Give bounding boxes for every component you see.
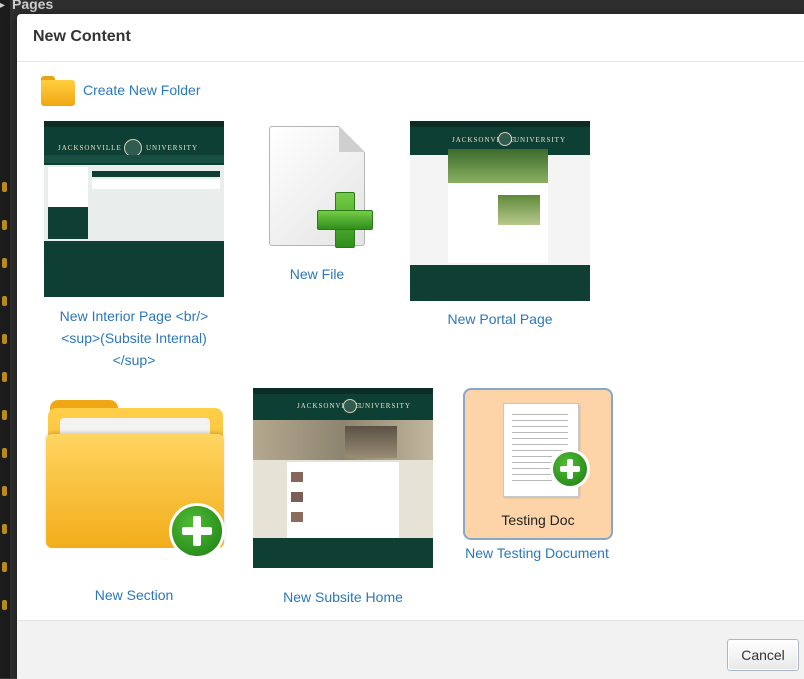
tile-new-interior-page[interactable]: JACKSONVILLE UNIVERSITY New Interior Pag…	[44, 121, 224, 368]
tile-new-section[interactable]: New Section	[44, 400, 224, 603]
background-page-title: Pages	[12, 0, 54, 12]
thumbnail-logo-right: UNIVERSITY	[514, 136, 566, 144]
new-content-dialog: New Content Create New Folder JACKSONVIL…	[17, 14, 804, 679]
add-circle-icon	[553, 452, 587, 486]
plus-icon	[317, 192, 373, 248]
background-marker	[2, 562, 7, 572]
background-left-strip	[0, 0, 10, 678]
add-circle-icon	[172, 506, 222, 556]
thumbnail-logo-right: UNIVERSITY	[146, 144, 198, 152]
background-marker	[2, 182, 7, 192]
interior-page-thumbnail: JACKSONVILLE UNIVERSITY	[44, 121, 224, 297]
tile-new-subsite-home[interactable]: JACKSONVILLE UNIVERSITY New Subsite Home	[253, 388, 433, 605]
background-marker	[2, 600, 7, 610]
background-marker	[2, 486, 7, 496]
portal-page-thumbnail: JACKSONVILLE UNIVERSITY	[410, 121, 590, 301]
seal-icon	[498, 132, 512, 146]
tile-new-portal-page[interactable]: JACKSONVILLE UNIVERSITY New Portal Page	[410, 121, 590, 337]
subsite-home-thumbnail: JACKSONVILLE UNIVERSITY	[253, 388, 433, 568]
background-marker	[2, 448, 7, 458]
background-marker	[2, 410, 7, 420]
tile-label-new-portal-page: New Portal Page	[447, 311, 553, 327]
background-marker	[2, 524, 7, 534]
background-marker	[2, 334, 7, 344]
testing-doc-caption: Testing Doc	[501, 512, 575, 528]
create-new-folder-label: Create New Folder	[83, 82, 201, 98]
new-file-icon	[269, 126, 379, 251]
tile-new-file[interactable]: New File	[257, 124, 377, 284]
thumbnail-logo-left: JACKSONVILLE	[58, 144, 122, 152]
tile-new-testing-document[interactable]: Testing Doc	[463, 388, 613, 540]
cancel-button[interactable]: Cancel	[727, 639, 799, 671]
tile-label-new-subsite-home: New Subsite Home	[283, 589, 403, 605]
create-new-folder-link[interactable]: Create New Folder	[41, 74, 201, 106]
background-marker	[2, 296, 7, 306]
tile-label-new-testing-document[interactable]: New Testing Document	[451, 542, 623, 564]
tile-label-line: New Interior Page <br/>	[59, 308, 209, 324]
dialog-title: New Content	[33, 28, 131, 45]
background-marker	[2, 220, 7, 230]
background-marker	[2, 372, 7, 382]
seal-icon	[343, 399, 357, 413]
dialog-header: New Content	[17, 14, 804, 62]
tile-label-line: </sup>	[112, 352, 156, 368]
tile-label-new-file: New File	[289, 266, 345, 282]
tile-label-new-section: New Section	[94, 587, 174, 603]
dialog-footer: Cancel	[17, 620, 804, 679]
background-marker	[2, 258, 7, 268]
tile-label-new-interior-page: New Interior Page <br/> <sup>(Subsite In…	[44, 305, 224, 371]
tile-label-line: <sup>(Subsite Internal)	[61, 330, 207, 346]
folder-icon	[41, 76, 75, 106]
big-folder-icon	[46, 400, 228, 558]
thumbnail-logo-right: UNIVERSITY	[359, 402, 411, 410]
collapse-arrow-icon: ▸	[0, 0, 6, 11]
